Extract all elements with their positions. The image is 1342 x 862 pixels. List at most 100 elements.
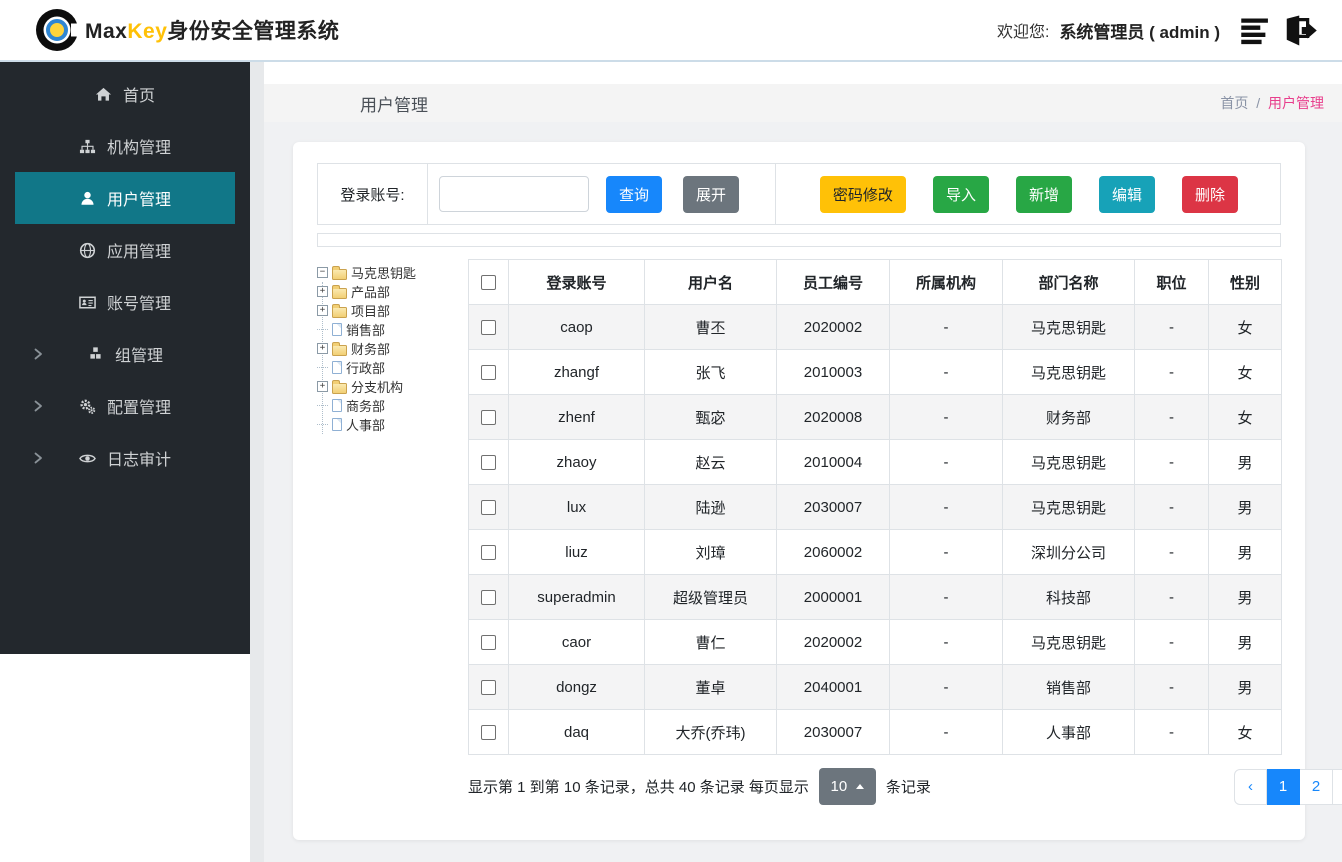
column-header: 职位 — [1134, 259, 1209, 305]
table-row[interactable]: caor 曹仁 2020002- 马克思钥匙 - 男 — [468, 619, 1282, 665]
table-cell: 2020002 — [776, 619, 890, 665]
table-row[interactable]: daq 大乔(乔玮) 2030007- 人事部 - 女 — [468, 709, 1282, 755]
table-cell: 2040001 — [776, 664, 890, 710]
table-row[interactable]: lux 陆逊 2030007- 马克思钥匙 - 男 — [468, 484, 1282, 530]
list-icon[interactable] — [1240, 15, 1273, 46]
file-icon — [332, 418, 342, 431]
users-table: 登录账号 用户名 员工编号 所属机构 部门名称 职位 性别 caop 曹丕 2020002- 马克思… — [468, 259, 1282, 755]
table-row[interactable]: zhenf 甄宓 2020008- 财务部 - 女 — [468, 394, 1282, 440]
page-3-button[interactable]: 3 — [1333, 768, 1342, 805]
sidebar-item-groups[interactable]: 组管理 — [0, 328, 250, 380]
column-header: 部门名称 — [1002, 259, 1135, 305]
tree-node[interactable]: 销售部 — [317, 320, 468, 339]
add-button[interactable]: 新增 — [1015, 175, 1072, 213]
expand-icon[interactable]: + — [317, 305, 328, 316]
brand-title: MaxKey身份安全管理系统 — [85, 15, 339, 45]
edit-button[interactable]: 编辑 — [1098, 175, 1155, 213]
page-size-dropdown[interactable]: 10 — [818, 768, 876, 805]
tree-node[interactable]: 商务部 — [317, 396, 468, 415]
table-cell: zhenf — [508, 394, 645, 440]
row-checkbox[interactable] — [481, 455, 496, 471]
row-checkbox[interactable] — [481, 410, 496, 426]
table-cell: 男 — [1208, 619, 1282, 665]
expand-button[interactable]: 展开 — [683, 175, 740, 213]
gears-icon — [79, 398, 97, 415]
folder-icon — [332, 285, 347, 299]
breadcrumb-home[interactable]: 首页 — [1220, 95, 1248, 111]
table-row[interactable]: dongz 董卓 2040001- 销售部 - 男 — [468, 664, 1282, 710]
header-gap — [264, 62, 1342, 84]
table-cell: 刘璋 — [644, 529, 777, 575]
tree-node[interactable]: + 产品部 — [317, 282, 468, 301]
sidebar-item-org[interactable]: 机构管理 — [0, 120, 250, 172]
table-cell: 男 — [1208, 529, 1282, 575]
table-cell: 销售部 — [1002, 664, 1135, 710]
table-cell: 董卓 — [644, 664, 777, 710]
table-cell: - — [889, 484, 1003, 530]
table-row[interactable]: zhangf 张飞 2010003- 马克思钥匙 - 女 — [468, 349, 1282, 395]
tree-node[interactable]: + 财务部 — [317, 339, 468, 358]
table-cell: - — [1134, 709, 1209, 755]
tree-node[interactable]: + 项目部 — [317, 301, 468, 320]
table-cell: 马克思钥匙 — [1002, 619, 1135, 665]
sidebar-item-apps[interactable]: 应用管理 — [0, 224, 250, 276]
table-row[interactable]: caop 曹丕 2020002- 马克思钥匙 - 女 — [468, 304, 1282, 350]
table-row[interactable]: liuz 刘璋 2060002- 深圳分公司 - 男 — [468, 529, 1282, 575]
expand-icon[interactable]: + — [317, 286, 328, 297]
pagination-info: 显示第 1 到第 10 条记录，总共 40 条记录 每页显示 10 条记录 — [468, 768, 931, 805]
page-2-button[interactable]: 2 — [1300, 768, 1333, 805]
column-header: 所属机构 — [889, 259, 1003, 305]
row-checkbox[interactable] — [481, 365, 496, 381]
sidebar-item-home[interactable]: 首页 — [0, 68, 250, 120]
table-cell: 女 — [1208, 349, 1282, 395]
prev-page-button[interactable]: ‹ — [1234, 768, 1267, 805]
row-checkbox[interactable] — [481, 500, 496, 516]
page-bar: 用户管理 首页 / 用户管理 — [264, 84, 1342, 122]
row-checkbox[interactable] — [481, 635, 496, 651]
table-cell: dongz — [508, 664, 645, 710]
table-row[interactable]: superadmin 超级管理员 2000001- 科技部 - 男 — [468, 574, 1282, 620]
row-checkbox[interactable] — [481, 590, 496, 606]
cubes-icon — [87, 346, 105, 363]
header-right: 欢迎您: 系统管理员 ( admin ) — [997, 15, 1318, 46]
table-row[interactable]: zhaoy 赵云 2010004- 马克思钥匙 - 男 — [468, 439, 1282, 485]
folder-icon — [332, 304, 347, 318]
table-cell: 女 — [1208, 394, 1282, 440]
page-1-button[interactable]: 1 — [1267, 768, 1300, 805]
change-password-button[interactable]: 密码修改 — [819, 175, 906, 213]
tree-node[interactable]: 行政部 — [317, 358, 468, 377]
query-button[interactable]: 查询 — [606, 175, 663, 213]
table-cell: 超级管理员 — [644, 574, 777, 620]
table-cell: - — [1134, 394, 1209, 440]
delete-button[interactable]: 删除 — [1181, 175, 1238, 213]
collapse-icon[interactable]: − — [317, 267, 328, 278]
table-footer: 显示第 1 到第 10 条记录，总共 40 条记录 每页显示 10 条记录 ‹ 1… — [468, 768, 1342, 805]
table-cell: - — [1134, 484, 1209, 530]
table-cell: - — [1134, 304, 1209, 350]
main-area: 用户管理 首页 / 用户管理 登录账号: 查询 展开 密码修改 导入 新增 编辑… — [264, 62, 1342, 862]
row-checkbox[interactable] — [481, 725, 496, 741]
row-checkbox[interactable] — [481, 320, 496, 336]
import-button[interactable]: 导入 — [932, 175, 989, 213]
table-cell: daq — [508, 709, 645, 755]
sidebar-item-config[interactable]: 配置管理 — [0, 380, 250, 432]
logout-icon[interactable] — [1283, 15, 1318, 46]
tree-node[interactable]: − 马克思钥匙 — [317, 263, 468, 282]
expand-icon[interactable]: + — [317, 381, 328, 392]
table-cell: 男 — [1208, 439, 1282, 485]
table-cell: - — [889, 394, 1003, 440]
sidebar-item-audit[interactable]: 日志审计 — [0, 432, 250, 484]
select-all-checkbox[interactable] — [481, 275, 496, 291]
tree-node[interactable]: 人事部 — [317, 415, 468, 434]
sidebar-item-label: 首页 — [122, 88, 155, 105]
row-checkbox[interactable] — [481, 680, 496, 696]
row-checkbox[interactable] — [481, 545, 496, 561]
tree-node[interactable]: + 分支机构 — [317, 377, 468, 396]
sidebar-item-users[interactable]: 用户管理 — [15, 172, 235, 224]
sidebar-item-label: 应用管理 — [106, 244, 171, 261]
search-input[interactable] — [439, 176, 589, 212]
column-header: 登录账号 — [508, 259, 645, 305]
expand-icon[interactable]: + — [317, 343, 328, 354]
table-cell: 2030007 — [776, 484, 890, 530]
sidebar-item-accounts[interactable]: 账号管理 — [0, 276, 250, 328]
